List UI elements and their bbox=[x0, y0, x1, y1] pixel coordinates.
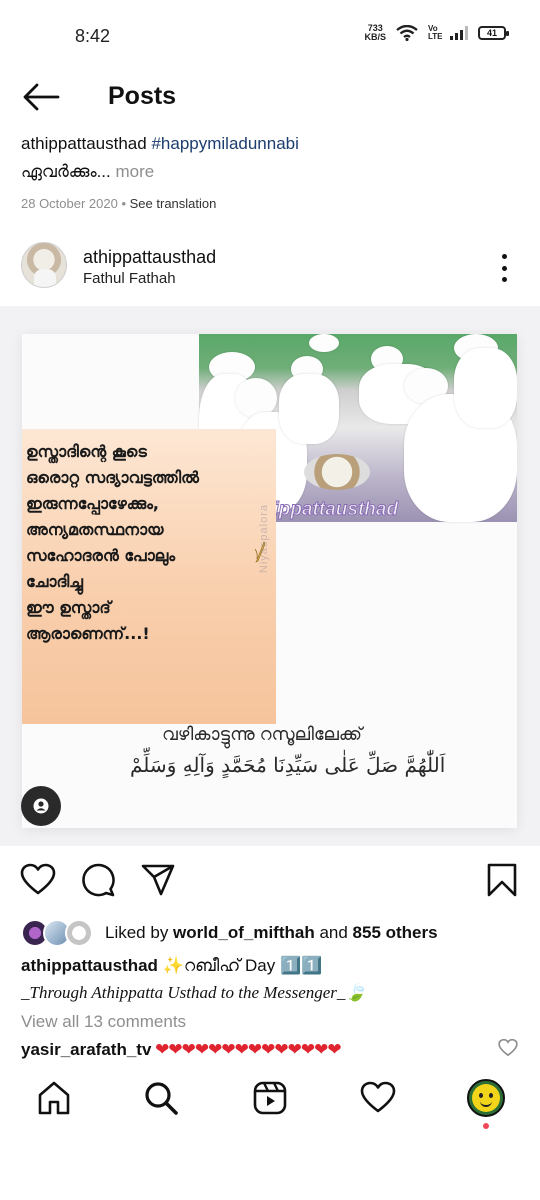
user-tag-icon bbox=[33, 798, 49, 814]
wifi-icon bbox=[396, 25, 418, 41]
status-time: 8:42 bbox=[75, 26, 111, 46]
post-image-card: athippattausthad ഉസ്താദിന്റെ കൂടെ ഒരൊറ്റ… bbox=[22, 334, 517, 828]
post-username[interactable]: athippattausthad bbox=[83, 247, 216, 268]
comment-text: ❤❤❤❤❤❤❤❤❤❤❤❤❤❤ bbox=[151, 1040, 341, 1059]
nav-reels[interactable] bbox=[250, 1078, 290, 1118]
post-location[interactable]: Fathul Fathah bbox=[83, 270, 176, 287]
likes-text: Liked by world_of_mifthah and 855 others bbox=[105, 923, 438, 943]
nav-search[interactable] bbox=[141, 1078, 181, 1118]
likes-middle: and bbox=[314, 923, 353, 942]
post-actions bbox=[0, 860, 540, 900]
post-header: athippattausthad Fathul Fathah bbox=[0, 240, 540, 296]
home-icon bbox=[38, 1081, 70, 1115]
activity-heart-icon bbox=[360, 1081, 396, 1113]
top-bar: Posts bbox=[0, 72, 540, 122]
liker-avatars bbox=[21, 919, 99, 947]
network-speed-unit: KB/S bbox=[364, 32, 386, 42]
nav-profile[interactable] bbox=[466, 1078, 506, 1118]
caption-text: ഏവർക്കും... bbox=[21, 162, 111, 181]
view-all-comments-link[interactable]: View all 13 comments bbox=[21, 1012, 186, 1032]
more-link[interactable]: more bbox=[111, 162, 154, 181]
bottom-nav bbox=[0, 1070, 540, 1130]
back-button[interactable] bbox=[22, 82, 62, 112]
nav-home[interactable] bbox=[34, 1078, 74, 1118]
save-button[interactable] bbox=[484, 862, 520, 898]
comment-username[interactable]: yasir_arafath_tv bbox=[21, 1040, 151, 1059]
likes-row[interactable]: Liked by world_of_mifthah and 855 others bbox=[21, 918, 531, 948]
caption-line: athippattausthad #happymiladunnabi bbox=[21, 134, 521, 154]
caption-username[interactable]: athippattausthad bbox=[21, 134, 147, 153]
heart-icon bbox=[20, 863, 56, 895]
artist-watermark: Niyaspalora bbox=[258, 504, 270, 574]
send-icon bbox=[141, 864, 175, 896]
page-title: Posts bbox=[108, 82, 177, 110]
comment-icon bbox=[82, 863, 115, 897]
user-tag-button[interactable] bbox=[21, 786, 61, 826]
see-translation-link[interactable]: See translation bbox=[130, 196, 217, 211]
caption-preview: athippattausthad #happymiladunnabi ഏവർക്… bbox=[21, 134, 521, 211]
comment-like-button[interactable] bbox=[498, 1038, 518, 1058]
caption-line2: _Through Athippatta Usthad to the Messen… bbox=[21, 983, 367, 1002]
post-date: 28 October 2020 bbox=[21, 196, 118, 211]
signal-icon bbox=[450, 26, 468, 40]
like-button[interactable] bbox=[20, 862, 56, 898]
quote-box: ഉസ്താദിന്റെ കൂടെ ഒരൊറ്റ സദ്യാവട്ടത്തിൽ ഇ… bbox=[22, 429, 276, 724]
battery-level: 41 bbox=[486, 28, 497, 38]
share-button[interactable] bbox=[140, 862, 176, 898]
food-plate bbox=[304, 454, 370, 490]
avatar[interactable] bbox=[21, 242, 67, 288]
caption-meta: 28 October 2020 • See translation bbox=[21, 196, 521, 211]
search-icon bbox=[145, 1082, 178, 1115]
heart-outline-icon bbox=[498, 1038, 518, 1057]
network-speed: 733 KB/S bbox=[364, 24, 386, 42]
likes-prefix: Liked by bbox=[105, 923, 174, 942]
bookmark-icon bbox=[487, 863, 517, 897]
meta-separator: • bbox=[117, 196, 130, 211]
status-bar: 8:42 733 KB/S Vo LTE 41 bbox=[0, 0, 540, 70]
comment-button[interactable] bbox=[80, 862, 116, 898]
arrow-left-icon bbox=[23, 83, 60, 111]
notification-dot bbox=[483, 1123, 489, 1129]
hashtag-link[interactable]: #happymiladunnabi bbox=[151, 134, 298, 153]
quote-text: ഉസ്താദിന്റെ കൂടെ ഒരൊറ്റ സദ്യാവട്ടത്തിൽ ഇ… bbox=[26, 442, 199, 643]
smiley-icon bbox=[472, 1084, 500, 1112]
caption-username[interactable]: athippattausthad bbox=[21, 956, 158, 975]
volte-badge: Vo LTE bbox=[428, 24, 443, 41]
caption-full: athippattausthad ✨റബീഹ് Day 1️⃣1️⃣ bbox=[21, 956, 526, 976]
avatar bbox=[65, 919, 93, 947]
nav-activity[interactable] bbox=[358, 1078, 398, 1118]
image-malayalam-text: വഴികാട്ടുന്നു റസൂലിലേക്ക് bbox=[162, 724, 363, 744]
liker-username[interactable]: world_of_mifthah bbox=[173, 923, 315, 942]
caption-text-line: ഏവർക്കും... more bbox=[21, 162, 521, 182]
more-vertical-icon[interactable] bbox=[492, 254, 516, 282]
image-arabic-text: اَللّٰهُمَّ صَلِّ عَلٰى سَيِّدِنَا مُحَم… bbox=[130, 753, 446, 777]
caption-text: ✨റബീഹ് Day 1️⃣1️⃣ bbox=[157, 956, 323, 975]
reels-icon bbox=[253, 1081, 287, 1115]
top-comment: yasir_arafath_tv ❤❤❤❤❤❤❤❤❤❤❤❤❤❤ bbox=[21, 1040, 521, 1060]
profile-avatar bbox=[467, 1079, 505, 1117]
post-image[interactable]: athippattausthad ഉസ്താദിന്റെ കൂടെ ഒരൊറ്റ… bbox=[0, 306, 540, 846]
likes-count[interactable]: 855 others bbox=[353, 923, 438, 942]
status-icons: 733 KB/S Vo LTE 41 bbox=[364, 24, 509, 42]
battery-icon: 41 bbox=[478, 26, 509, 40]
